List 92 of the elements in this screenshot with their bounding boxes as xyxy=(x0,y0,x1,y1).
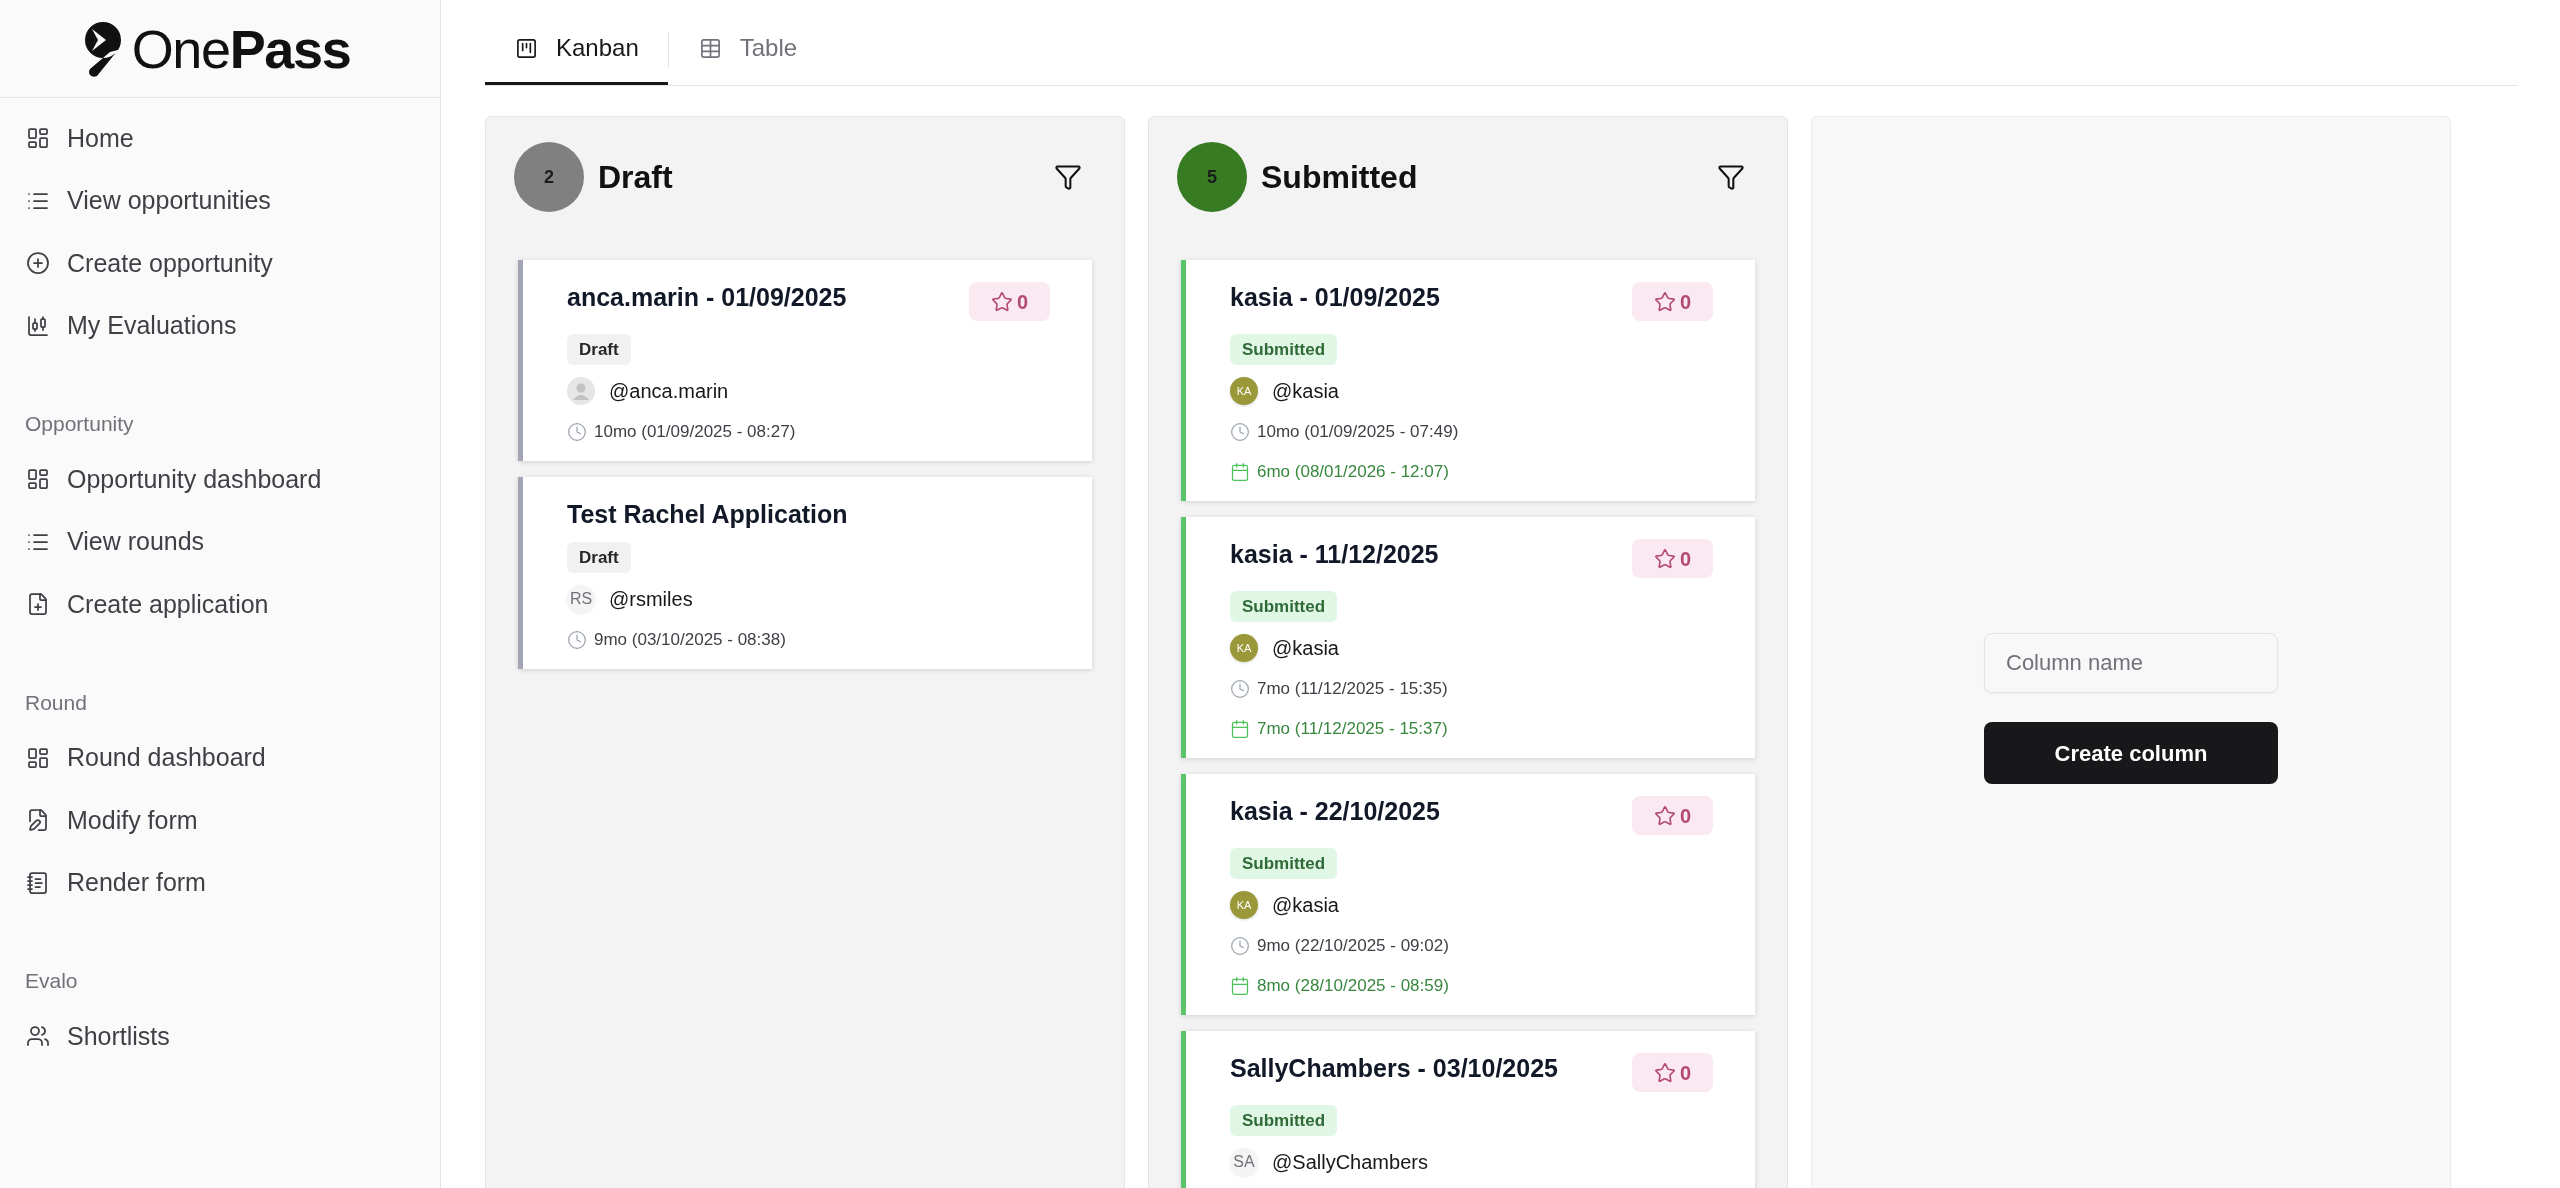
status-tag: Submitted xyxy=(1230,1105,1338,1136)
table-icon xyxy=(698,36,722,60)
time-text: 9mo (22/10/2025 - 09:02) xyxy=(1257,935,1449,958)
date-text: 8mo (28/10/2025 - 08:59) xyxy=(1257,975,1449,998)
grid-icon xyxy=(26,467,50,492)
star-button[interactable]: 0 xyxy=(1632,282,1713,321)
user-avatar: KA xyxy=(1230,891,1258,919)
notebook-icon xyxy=(26,870,50,895)
nav-item[interactable]: Create opportunity xyxy=(0,232,283,295)
star-icon xyxy=(1653,804,1676,827)
card-title: kasia - 11/12/2025 xyxy=(1230,539,1439,569)
section-heading: Opportunity xyxy=(25,411,134,438)
clock-icon xyxy=(1230,422,1250,442)
nav-item[interactable]: Opportunity dashboard xyxy=(0,448,332,511)
user-avatar: SA xyxy=(1230,1148,1258,1176)
nav-item[interactable]: Home xyxy=(0,107,144,170)
star-button[interactable]: 0 xyxy=(1632,796,1713,835)
date-text: 7mo (11/12/2025 - 15:37) xyxy=(1257,718,1448,741)
application-card[interactable]: SallyChambers - 03/10/2025 0 Submitted SA @SallyChambers xyxy=(1181,1031,1755,1188)
grid-icon xyxy=(26,745,50,770)
nav-item[interactable]: Shortlists xyxy=(0,1005,180,1068)
user-avatar: KA xyxy=(1230,377,1258,405)
username: @kasia xyxy=(1272,636,1339,661)
clock-icon xyxy=(567,422,587,442)
filter-icon xyxy=(1717,163,1745,191)
clock-icon xyxy=(1230,679,1250,699)
calendar-icon xyxy=(1230,462,1250,482)
star-button[interactable]: 0 xyxy=(1632,1053,1713,1092)
time-text: 10mo (01/09/2025 - 07:49) xyxy=(1257,421,1459,444)
status-tag: Submitted xyxy=(1230,334,1338,365)
logo-text: OnePass xyxy=(131,21,351,76)
date-text: 6mo (08/01/2026 - 12:07) xyxy=(1257,461,1449,484)
username: @rsmiles xyxy=(609,587,693,612)
tab[interactable]: Table xyxy=(668,14,827,85)
application-card[interactable]: anca.marin - 01/09/2025 0 Draft @anca.marin 10mo (01/09/2025 - 08:27) xyxy=(518,260,1092,461)
count-badge: 5 xyxy=(1177,142,1247,212)
time-text: 9mo (03/10/2025 - 08:38) xyxy=(594,629,786,652)
nav-item[interactable]: Round dashboard xyxy=(0,726,276,789)
column-title: Draft xyxy=(598,158,673,197)
username: @anca.marin xyxy=(609,379,729,404)
user-avatar: RS xyxy=(567,585,595,613)
nav-item[interactable]: Render form xyxy=(0,851,216,914)
section-heading: Round xyxy=(25,689,87,716)
application-card[interactable]: kasia - 01/09/2025 0 Submitted KA @kasia 10mo (01/09/2025 - 07:49) 6mo (08/01/2026 - 12:07) xyxy=(1181,260,1755,501)
status-tag: Submitted xyxy=(1230,848,1338,879)
nav-item[interactable]: My Evaluations xyxy=(0,294,247,357)
card-title: anca.marin - 01/09/2025 xyxy=(567,282,847,312)
plus-circle-icon xyxy=(26,251,50,276)
star-icon xyxy=(1653,290,1676,313)
kanban-icon xyxy=(515,36,538,60)
star-icon xyxy=(1653,1061,1676,1084)
clock-icon xyxy=(567,630,587,650)
star-icon xyxy=(1653,547,1676,570)
count-badge: 2 xyxy=(514,142,584,212)
time-text: 7mo (11/12/2025 - 15:35) xyxy=(1257,678,1448,701)
tab[interactable]: Kanban xyxy=(485,14,668,85)
username: @kasia xyxy=(1272,893,1339,918)
application-card[interactable]: kasia - 11/12/2025 0 Submitted KA @kasia 7mo (11/12/2025 - 15:35) 7mo (11/12/2025 - 15:37) xyxy=(1181,517,1755,758)
nav-item[interactable]: View rounds xyxy=(0,510,215,573)
application-card[interactable]: kasia - 22/10/2025 0 Submitted KA @kasia 9mo (22/10/2025 - 09:02) 8mo (28/10/2025 - 08:59) xyxy=(1181,774,1755,1015)
username: @kasia xyxy=(1272,379,1339,404)
column-title: Submitted xyxy=(1261,158,1418,197)
file-pen-icon xyxy=(26,808,50,833)
card-title: kasia - 22/10/2025 xyxy=(1230,796,1440,826)
filter-icon xyxy=(1054,163,1082,191)
time-text: 10mo (01/09/2025 - 08:27) xyxy=(594,421,796,444)
avatar-icon xyxy=(567,377,595,405)
status-tag: Submitted xyxy=(1230,591,1338,622)
column-name-input[interactable]: Column name xyxy=(1984,633,2278,693)
nav-item[interactable]: View opportunities xyxy=(0,169,281,232)
nav-item[interactable]: Modify form xyxy=(0,789,208,852)
user-avatar: KA xyxy=(1230,634,1258,662)
card-title: kasia - 01/09/2025 xyxy=(1230,282,1440,312)
star-button[interactable]: 0 xyxy=(1632,539,1713,578)
create-column-button[interactable]: Create column xyxy=(1984,722,2278,784)
status-tag: Draft xyxy=(567,542,631,573)
star-button[interactable]: 0 xyxy=(969,282,1050,321)
status-tag: Draft xyxy=(567,334,631,365)
username: @SallyChambers xyxy=(1272,1150,1428,1175)
calendar-icon xyxy=(1230,976,1250,996)
nav-item[interactable]: Create application xyxy=(0,573,279,636)
star-icon xyxy=(990,290,1013,313)
application-card[interactable]: Test Rachel Application Draft RS @rsmiles 9mo (03/10/2025 - 08:38) xyxy=(518,477,1092,669)
card-title: Test Rachel Application xyxy=(567,499,848,529)
grid-icon xyxy=(26,126,50,151)
chart-icon xyxy=(26,313,50,338)
card-title: SallyChambers - 03/10/2025 xyxy=(1230,1053,1558,1083)
file-plus-icon xyxy=(26,592,50,617)
calendar-icon xyxy=(1230,719,1250,739)
section-heading: Evalo xyxy=(25,968,78,995)
users-icon xyxy=(26,1024,50,1049)
clock-icon xyxy=(1230,936,1250,956)
